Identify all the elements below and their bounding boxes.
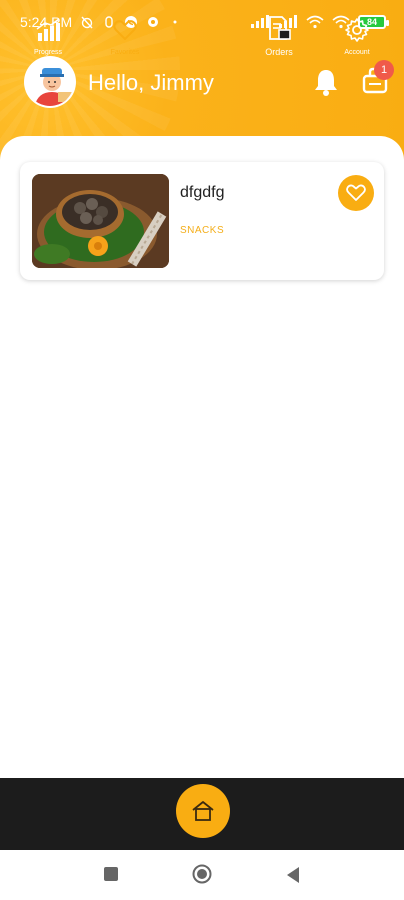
- nav-progress-label: Progress: [33, 48, 62, 56]
- nav-home-button[interactable]: [176, 784, 230, 838]
- home-icon: [192, 801, 214, 821]
- heart-icon: [113, 19, 137, 40]
- product-image: [32, 174, 169, 268]
- product-title: dfgdfg: [180, 184, 225, 201]
- nav-account[interactable]: Account: [321, 0, 393, 72]
- greeting-text: Hello, Jimmy: [88, 70, 214, 95]
- nav-account-label: Account: [344, 48, 370, 56]
- nav-progress[interactable]: Progress: [12, 0, 84, 72]
- orders-icon: [269, 16, 291, 40]
- back-icon[interactable]: [285, 866, 301, 884]
- heart-icon: [346, 184, 366, 201]
- nav-orders[interactable]: Orders: [243, 0, 315, 72]
- dot-icon: [173, 20, 177, 24]
- nav-orders-label: Orders: [265, 47, 293, 57]
- recents-icon[interactable]: [103, 866, 119, 882]
- nav-favorites[interactable]: Favorites: [89, 0, 161, 72]
- favorite-toggle-button[interactable]: [338, 175, 374, 211]
- bar-chart-icon: [36, 17, 60, 41]
- home-system-icon[interactable]: [192, 864, 212, 884]
- gear-icon: [345, 17, 369, 42]
- product-category: SNACKS: [180, 225, 225, 236]
- favorite-card[interactable]: dfgdfg SNACKS: [20, 162, 384, 280]
- nav-favorites-label: Favorites: [110, 48, 140, 56]
